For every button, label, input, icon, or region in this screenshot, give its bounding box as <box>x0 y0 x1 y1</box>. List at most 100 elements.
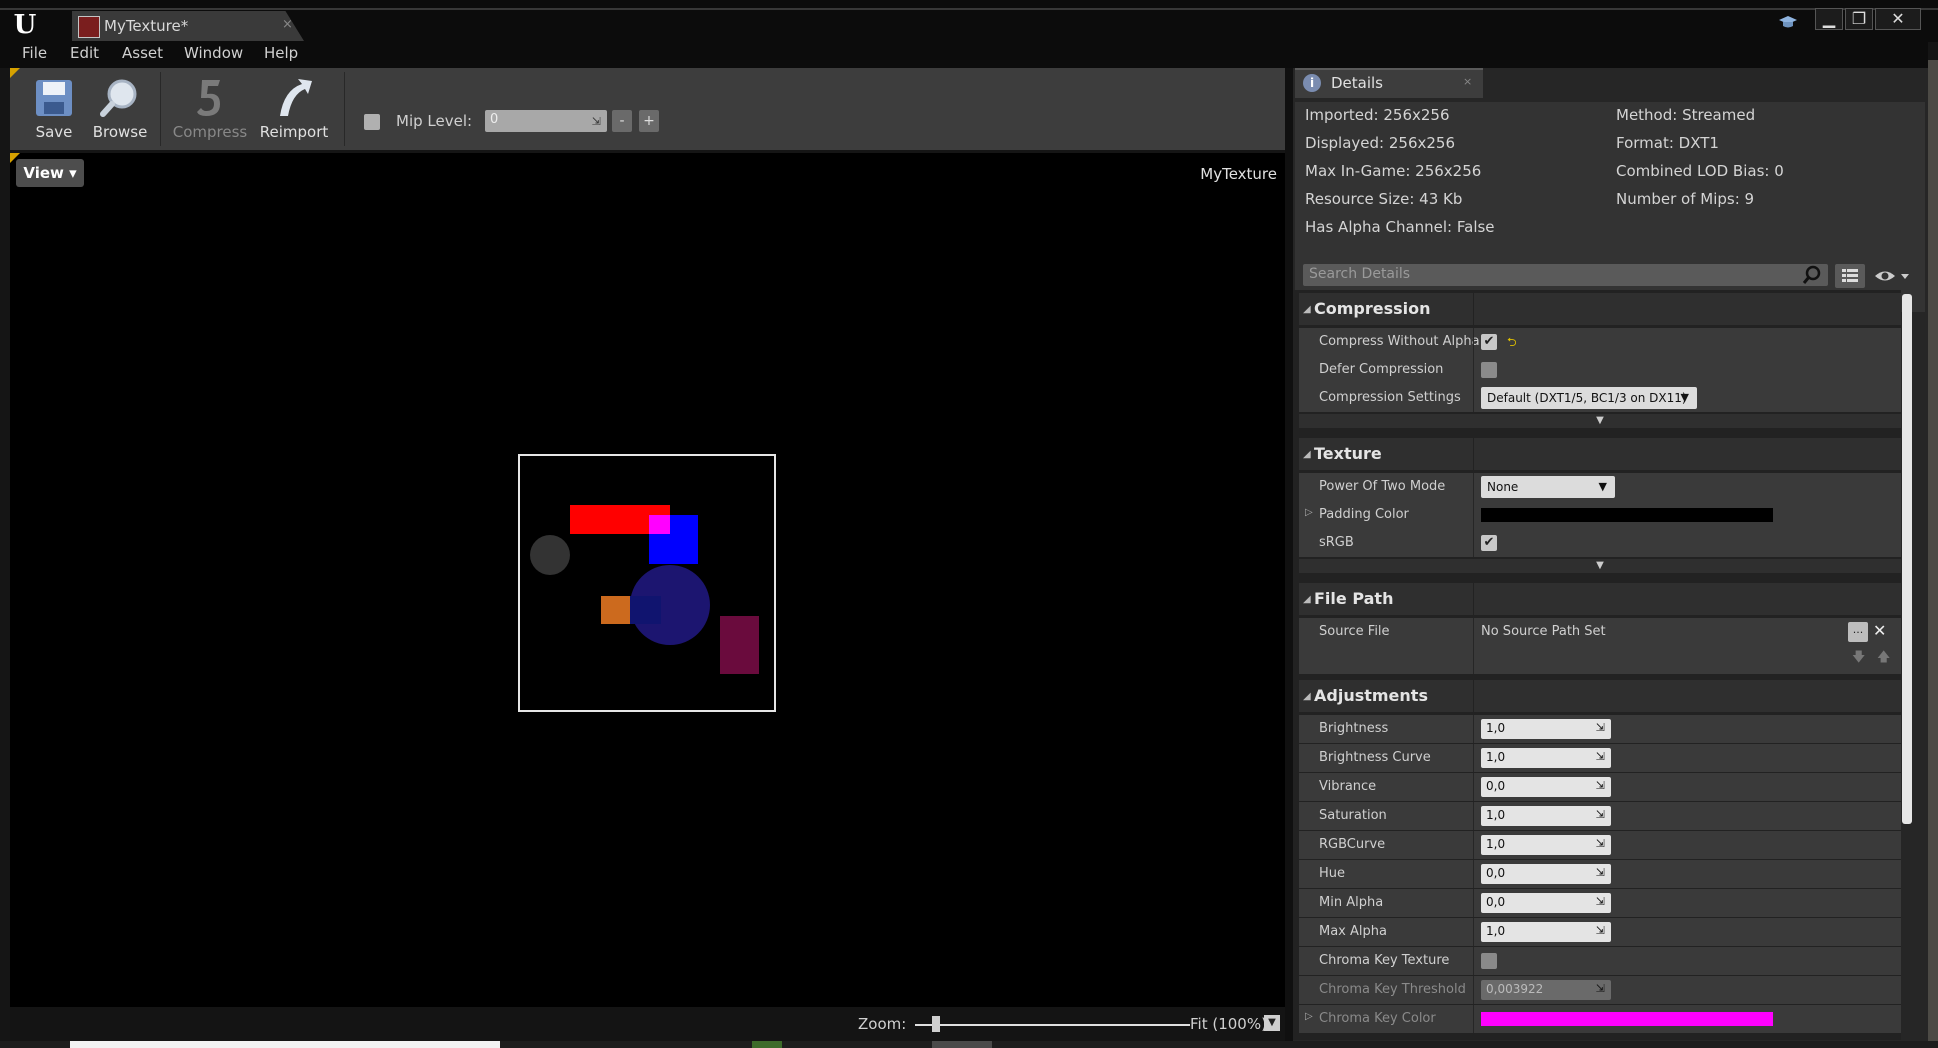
mip-level-input[interactable]: 0 ⇲ <box>485 110 607 132</box>
maximize-button[interactable]: ❐ <box>1845 8 1873 30</box>
asset-tab[interactable]: MyTexture* × <box>72 11 304 41</box>
taskbar-strip <box>0 1041 1938 1048</box>
save-button[interactable]: Save <box>16 68 92 150</box>
compress-without-alpha-checkbox[interactable]: ✔ <box>1481 334 1497 350</box>
details-tab[interactable]: i Details × <box>1295 68 1483 98</box>
reimport-icon <box>280 79 312 116</box>
mip-level-checkbox[interactable] <box>364 114 380 130</box>
reimport-label: Reimport <box>259 123 329 141</box>
property-label: Chroma Key Texture <box>1319 953 1450 968</box>
category-title: Adjustments <box>1314 686 1428 705</box>
taskbar-segment <box>752 1041 782 1048</box>
clear-source-icon[interactable]: ✕ <box>1873 621 1886 640</box>
close-window-button[interactable]: ✕ <box>1875 8 1921 30</box>
vibrance-input[interactable]: 0,0 ⇲ <box>1481 777 1611 797</box>
show-advanced-arrow[interactable]: ▼ <box>1299 414 1901 428</box>
category-adjustments[interactable]: ◢ Adjustments <box>1299 680 1901 712</box>
mip-increase-button[interactable]: + <box>639 110 659 132</box>
chroma-key-threshold-input[interactable]: 0,003922 ⇲ <box>1481 980 1611 1000</box>
saturation-input[interactable]: 1,0 ⇲ <box>1481 806 1611 826</box>
collapse-triangle-icon: ◢ <box>1303 691 1311 702</box>
view-menu-button[interactable]: View ▾ <box>16 159 84 187</box>
zoom-dropdown-button[interactable]: ▼ <box>1264 1015 1280 1031</box>
hue-input[interactable]: 0,0 ⇲ <box>1481 864 1611 884</box>
show-advanced-arrow[interactable]: ▼ <box>1299 559 1901 573</box>
reset-to-default-icon[interactable]: ⮌ <box>1507 333 1517 354</box>
number-value: 1,0 <box>1486 924 1506 938</box>
search-details-input[interactable]: Search Details <box>1303 264 1828 286</box>
overlap-navy <box>630 596 661 624</box>
details-scrollbar[interactable] <box>1902 294 1912 824</box>
max-alpha-input[interactable]: 1,0 ⇲ <box>1481 922 1611 942</box>
padding-color-swatch[interactable] <box>1481 508 1773 522</box>
menu-help[interactable]: Help <box>264 44 298 62</box>
category-texture[interactable]: ◢ Texture <box>1299 438 1901 470</box>
row-padding-color: ▷ Padding Color <box>1299 501 1901 529</box>
learn-icon[interactable] <box>1778 14 1798 30</box>
row-vibrance: Vibrance 0,0 ⇲ <box>1299 773 1901 801</box>
minimize-button[interactable]: ▁ <box>1815 8 1843 30</box>
dropdown-value: None <box>1487 480 1519 494</box>
compress-icon <box>197 80 220 116</box>
min-alpha-input[interactable]: 0,0 ⇲ <box>1481 893 1611 913</box>
details-tab-close-icon[interactable]: × <box>1463 75 1472 88</box>
property-label: Brightness <box>1319 721 1389 736</box>
search-placeholder: Search Details <box>1309 266 1411 282</box>
reimport-button[interactable]: Reimport <box>256 68 332 150</box>
menu-asset[interactable]: Asset <box>122 44 163 62</box>
toolbar-separator <box>160 72 161 146</box>
property-matrix-button[interactable] <box>1835 264 1865 288</box>
browse-source-button[interactable]: ... <box>1848 622 1868 642</box>
number-value: 1,0 <box>1486 808 1506 822</box>
info-displayed: Displayed: 256x256 <box>1305 134 1455 152</box>
compression-settings-dropdown[interactable]: Default (DXT1/5, BC1/3 on DX11) ▼ <box>1481 387 1697 409</box>
category-compression[interactable]: ◢ Compression <box>1299 293 1901 325</box>
srgb-checkbox[interactable]: ✔ <box>1481 535 1497 551</box>
number-value: 0,0 <box>1486 866 1506 880</box>
save-label: Save <box>35 123 73 141</box>
row-rgbcurve: RGBCurve 1,0 ⇲ <box>1299 831 1901 859</box>
spin-arrows-icon: ⇲ <box>1595 895 1605 908</box>
zoom-slider-track[interactable] <box>915 1024 1190 1026</box>
category-file-path[interactable]: ◢ File Path <box>1299 583 1901 615</box>
number-value: 0,003922 <box>1486 982 1544 996</box>
zoom-slider-thumb[interactable] <box>932 1016 940 1032</box>
texture-viewport[interactable]: View ▾ MyTexture <box>10 153 1285 1007</box>
browse-label: Browse <box>92 123 148 141</box>
chevron-down-icon: ▼ <box>1680 391 1689 404</box>
menu-edit[interactable]: Edit <box>70 44 99 62</box>
expand-triangle-icon[interactable]: ▷ <box>1305 507 1313 518</box>
browse-button[interactable]: Browse <box>82 68 158 150</box>
spin-arrows-icon: ⇲ <box>1595 808 1605 821</box>
menu-file[interactable]: File <box>22 44 47 62</box>
collapse-triangle-icon: ◢ <box>1303 304 1311 315</box>
chroma-key-texture-checkbox[interactable] <box>1481 953 1497 969</box>
brightness-input[interactable]: 1,0 ⇲ <box>1481 719 1611 739</box>
info-resource-size: Resource Size: 43 Kb <box>1305 190 1463 208</box>
viewport-status-bar: Zoom: Fit (100%) ▼ <box>10 1007 1285 1041</box>
taskbar-segment <box>70 1041 500 1048</box>
chroma-key-color-swatch[interactable] <box>1481 1012 1773 1026</box>
unreal-logo-icon[interactable]: U <box>10 10 40 40</box>
power-of-two-dropdown[interactable]: None ▼ <box>1481 476 1615 498</box>
view-button-label: View <box>23 164 64 182</box>
view-options-button[interactable] <box>1873 264 1915 288</box>
brightness-curve-input[interactable]: 1,0 ⇲ <box>1481 748 1611 768</box>
defer-compression-checkbox[interactable] <box>1481 362 1497 378</box>
compress-button[interactable]: Compress <box>172 68 248 150</box>
mip-decrease-button[interactable]: - <box>612 110 632 132</box>
move-up-icon[interactable]: 🡅 <box>1877 648 1890 670</box>
rgbcurve-input[interactable]: 1,0 ⇲ <box>1481 835 1611 855</box>
row-compress-without-alpha: Compress Without Alpha ✔ ⮌ <box>1299 328 1901 356</box>
panel-splitter[interactable] <box>1285 68 1293 1041</box>
chevron-down-icon: ▼ <box>1598 480 1607 493</box>
move-down-icon[interactable]: 🡇 <box>1852 648 1865 670</box>
tab-close-icon[interactable]: × <box>282 17 293 32</box>
spin-arrows-icon: ⇲ <box>1595 779 1605 792</box>
number-value: 1,0 <box>1486 721 1506 735</box>
expand-triangle-icon[interactable]: ▷ <box>1305 1011 1313 1022</box>
property-label: Power Of Two Mode <box>1319 479 1446 494</box>
info-has-alpha: Has Alpha Channel: False <box>1305 218 1495 236</box>
menu-window[interactable]: Window <box>184 44 243 62</box>
property-label: Compression Settings <box>1319 390 1461 405</box>
